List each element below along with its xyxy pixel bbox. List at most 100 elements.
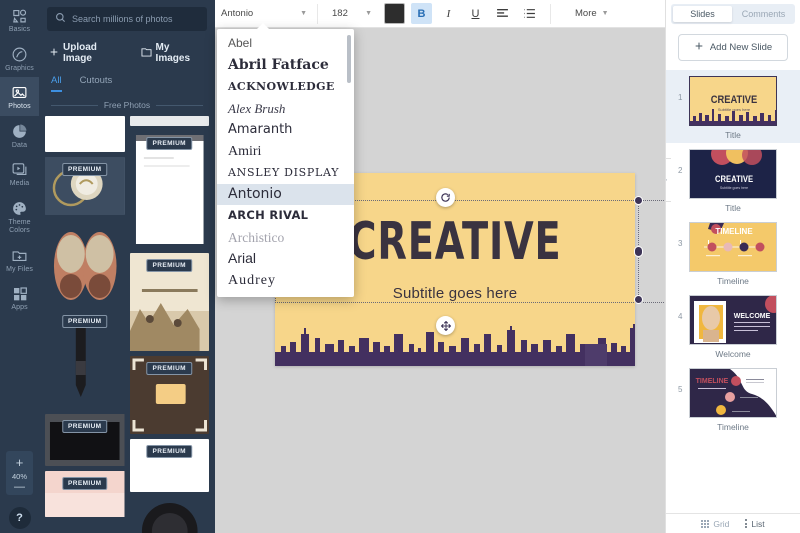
more-label: More (575, 8, 597, 19)
photo-thumb[interactable]: PREMIUM (45, 414, 125, 466)
font-family-dropdown[interactable]: Abel Abril Fatface ACKNOWLEDGE Alex Brus… (217, 29, 354, 297)
svg-text:Subtitle goes here: Subtitle goes here (720, 186, 748, 190)
upload-image-button[interactable]: Upload Image (49, 42, 127, 64)
tab-cutouts[interactable]: Cutouts (80, 75, 113, 92)
tab-all[interactable]: All (51, 75, 62, 92)
zoom-out-button[interactable]: — (6, 482, 33, 493)
slide-thumbnail[interactable]: CREATIVE Subtitle goes here (689, 149, 777, 199)
chevron-down-icon: ▼ (365, 10, 372, 17)
premium-badge: PREMIUM (146, 259, 192, 272)
selection-handle-bottom-right[interactable] (634, 295, 643, 304)
font-option[interactable]: Abril Fatface (217, 55, 354, 77)
text-color-swatch[interactable] (384, 3, 405, 24)
photo-thumb[interactable]: PREMIUM (45, 471, 125, 517)
dropdown-scrollbar[interactable] (347, 35, 351, 83)
sidebar-item-media[interactable]: Media (0, 154, 39, 193)
sidebar-item-theme-colors[interactable]: Theme Colors (0, 193, 39, 240)
selection-handle-middle-right[interactable] (634, 246, 643, 257)
slide-list-item[interactable]: 1 CREATIVE Subtitle goes here Title (666, 70, 800, 143)
sidebar-item-photos[interactable]: Photos (0, 77, 39, 116)
slide-list-item[interactable]: ❯ 2 CREATIVE Subtitle goes here Title (666, 143, 800, 216)
photo-thumb[interactable]: PREMIUM (45, 309, 125, 409)
photo-column-right: PREMIUM PREMIUM PREMIUM PREMIUM (129, 116, 209, 533)
grid-view-button[interactable]: Grid (701, 519, 729, 529)
sidebar-label: Basics (8, 26, 31, 33)
sidebar-item-apps[interactable]: Apps (0, 278, 39, 317)
list-view-button[interactable]: List (745, 519, 765, 529)
font-option[interactable]: Archistico (217, 227, 354, 249)
move-handle[interactable] (436, 316, 455, 335)
font-option[interactable]: Alex Brush (217, 98, 354, 120)
my-images-button[interactable]: My Images (141, 42, 205, 64)
font-option[interactable]: ARCH RIVAL (217, 205, 354, 227)
more-options-button[interactable]: More ▼ (569, 4, 615, 24)
font-family-select[interactable]: Antonio ▼ (215, 4, 313, 24)
photo-thumb[interactable] (45, 116, 125, 152)
photo-thumb[interactable] (129, 497, 209, 533)
collapse-panel-button[interactable]: ❯ (666, 157, 671, 202)
align-button[interactable] (492, 3, 513, 24)
tab-comments[interactable]: Comments (734, 6, 793, 22)
slide-list-item[interactable]: 5 TIMELINE Timeline (666, 362, 800, 435)
photo-thumb[interactable]: PREMIUM (45, 157, 125, 215)
photo-thumb[interactable]: PREMIUM (129, 131, 209, 248)
sidebar-item-data[interactable]: Data (0, 116, 39, 155)
font-option[interactable]: Amaranth (217, 119, 354, 141)
sidebar-label: Data (11, 141, 28, 149)
italic-label: I (446, 7, 451, 20)
font-dropdown-caret (256, 23, 270, 30)
font-option[interactable]: Audrey (217, 270, 354, 292)
tab-slides[interactable]: Slides (673, 6, 732, 22)
chevron-down-icon: ▼ (601, 10, 609, 17)
font-option[interactable]: Amiri (217, 141, 354, 163)
slides-list[interactable]: 1 CREATIVE Subtitle goes here Title ❯ 2 (666, 70, 800, 513)
slide-thumbnail[interactable]: TIMELINE (689, 368, 777, 418)
font-option-selected[interactable]: Antonio (217, 183, 354, 205)
sidebar-item-my-files[interactable]: My Files (0, 240, 39, 279)
photos-tabs: All Cutouts (51, 75, 215, 92)
photo-thumb[interactable]: PREMIUM (129, 253, 209, 351)
sidebar-item-basics[interactable]: Basics (0, 0, 39, 39)
bold-button[interactable]: B (411, 3, 432, 24)
list-button[interactable] (519, 3, 540, 24)
italic-button[interactable]: I (438, 3, 459, 24)
slide-list-item[interactable]: 3 TIMELINE Timeline (666, 216, 800, 289)
photo-column-left: PREMIUM PREMIUM PREMIUM PREMIUM (45, 116, 125, 533)
svg-text:TIMELINE: TIMELINE (715, 227, 753, 236)
font-option[interactable]: ANSLEY DISPLAY (217, 162, 354, 184)
bold-label: B (417, 7, 426, 20)
slide-thumbnail[interactable]: CREATIVE Subtitle goes here (689, 76, 777, 126)
add-new-slide-button[interactable]: Add New Slide (678, 34, 788, 61)
slide-number: 5 (678, 384, 683, 394)
slide-thumbnail[interactable]: TIMELINE (689, 222, 777, 272)
slide-thumbnail[interactable]: WELCOME (689, 295, 777, 345)
bullet-list-icon (524, 9, 535, 18)
slide-number: 1 (678, 92, 683, 102)
font-option[interactable]: ACKNOWLEDGE (217, 76, 354, 98)
underline-button[interactable]: U (465, 3, 486, 24)
premium-badge: PREMIUM (146, 445, 192, 458)
upload-image-label: Upload Image (63, 42, 97, 64)
zoom-in-button[interactable]: + (6, 456, 33, 469)
sidebar-label: My Files (6, 265, 33, 273)
selection-handle-top-right[interactable] (634, 196, 643, 205)
font-option[interactable]: Abel (217, 33, 354, 55)
photo-thumb[interactable]: PREMIUM (129, 356, 209, 434)
font-size-select[interactable]: 182 ▼ (326, 4, 378, 24)
slide-list-item[interactable]: 4 WELCOME Welcome (666, 289, 800, 362)
zoom-control[interactable]: + 40% — (6, 451, 33, 495)
help-button[interactable]: ? (8, 507, 31, 529)
photo-thumb[interactable]: PREMIUM (129, 439, 209, 492)
premium-badge: PREMIUM (62, 315, 108, 328)
toolbar-divider (550, 3, 551, 24)
search-input[interactable]: Search millions of photos (47, 7, 207, 31)
font-option[interactable]: Arial (217, 248, 354, 270)
photos-icon (0, 83, 39, 102)
photo-thumb[interactable] (45, 220, 125, 304)
rotate-handle[interactable] (436, 188, 455, 207)
align-left-icon (497, 9, 508, 17)
photo-thumb[interactable] (129, 116, 209, 126)
data-chart-icon (0, 122, 39, 141)
media-icon (0, 160, 39, 179)
sidebar-item-graphics[interactable]: Graphics (0, 39, 39, 78)
